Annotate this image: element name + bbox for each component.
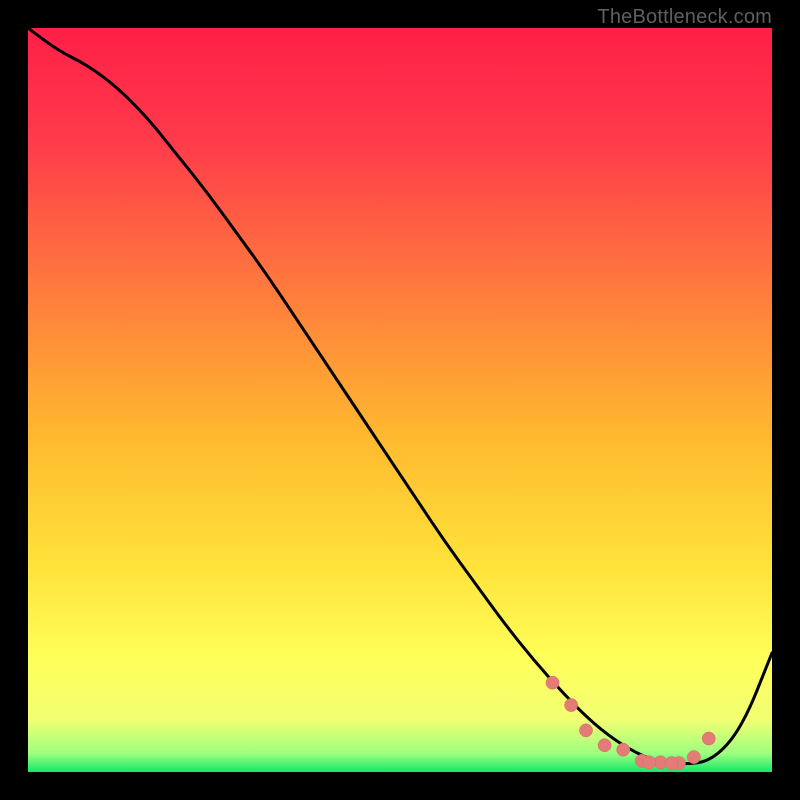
curve-marker [702, 732, 715, 745]
curve-marker [579, 724, 592, 737]
curve-marker [617, 743, 630, 756]
plot-svg [28, 28, 772, 772]
curve-marker [643, 756, 656, 769]
chart-stage: TheBottleneck.com [0, 0, 800, 800]
curve-marker [565, 698, 578, 711]
gradient-background [28, 28, 772, 772]
watermark-text: TheBottleneck.com [597, 6, 772, 29]
curve-marker [665, 756, 678, 769]
curve-marker [687, 751, 700, 764]
curve-marker [598, 739, 611, 752]
curve-marker [546, 676, 559, 689]
plot-frame [28, 28, 772, 772]
